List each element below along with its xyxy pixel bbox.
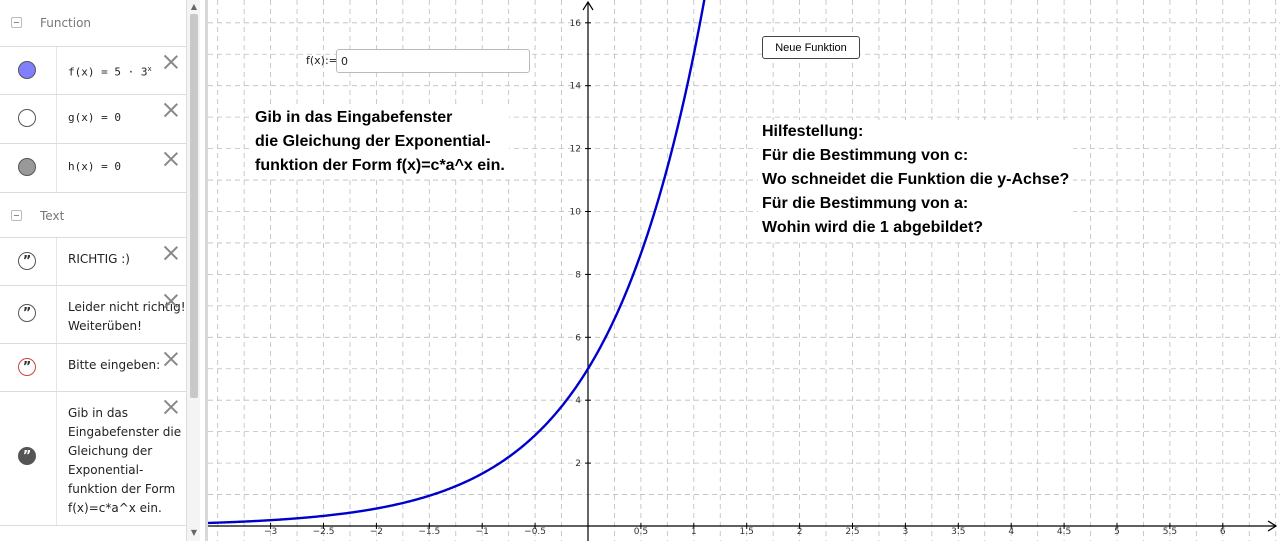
text-content[interactable]: Bitte eingeben: [68,356,160,375]
text-content[interactable]: RICHTIG :) [68,250,130,269]
x-tick-label: 6 [1220,527,1226,537]
x-tick-label: 2.5 [845,527,859,537]
coordinate-plot[interactable]: −3 −2.5 −2 −1.5 −1 −0.5 0.5 1 1.5 2 2.5 3 3.5 4 4.5 5 5.… [208,0,1280,541]
x-tick-label: −0.5 [524,527,546,537]
input-box-label: f(x):= [306,54,338,67]
y-tick-label: 16 [570,19,582,29]
group-header-function[interactable]: Function [0,0,186,46]
collapse-icon[interactable] [11,210,22,221]
delete-icon[interactable] [162,244,180,262]
y-tick-label: 2 [575,459,581,469]
x-tick-label: −2.5 [313,527,335,537]
quote-icon[interactable]: ” [18,252,36,270]
x-tick-label: 3 [903,527,909,537]
x-tick-label: 1.5 [740,527,754,537]
algebra-text-item[interactable]: ” RICHTIG :) [0,237,186,285]
visibility-marble-icon[interactable] [18,158,36,176]
y-tick-label: 6 [575,333,581,343]
quote-icon[interactable]: ” [18,358,36,376]
quote-icon[interactable]: ” [18,304,36,322]
algebra-item-h[interactable]: h(x) = 0 [0,143,186,192]
delete-icon[interactable] [162,53,180,71]
function-definition[interactable]: f(x) = 5 · 3x [68,60,152,82]
delete-icon[interactable] [162,292,180,310]
x-tick-label: 5.5 [1163,527,1177,537]
algebra-text-item[interactable]: ” Gib in das Eingabefenster die Gleichun… [0,391,186,525]
scroll-down-icon[interactable]: ▼ [187,528,201,537]
algebra-text-item[interactable]: ” Leider nicht richtig! Weiterüben! [0,285,186,343]
collapse-icon[interactable] [11,17,22,28]
x-tick-label: 1 [691,527,697,537]
x-tick-label: −1 [476,527,489,537]
quote-icon[interactable]: ” [18,447,36,465]
x-tick-label: −2 [370,527,383,537]
visibility-marble-icon[interactable] [18,109,36,127]
scroll-up-icon[interactable]: ▲ [187,2,201,11]
algebra-input-row[interactable] [0,525,186,541]
function-curve-f [208,0,706,525]
y-tick-label: 14 [570,82,582,92]
visibility-marble-icon[interactable] [18,61,36,79]
x-tick-label: 4.5 [1057,527,1071,537]
function-input[interactable] [336,49,530,73]
delete-icon[interactable] [162,398,180,416]
x-tick-label: 4 [1008,527,1014,537]
algebra-text-item[interactable]: ” Bitte eingeben: [0,343,186,391]
graphics-view[interactable]: −3 −2.5 −2 −1.5 −1 −0.5 0.5 1 1.5 2 2.5 3 3.5 4 4.5 5 5.… [208,0,1280,541]
function-definition[interactable]: h(x) = 0 [68,157,121,176]
instruction-text: Gib in das Eingabefenster die Gleichung … [252,106,509,178]
y-tick-label: 12 [570,145,581,155]
algebra-view: Function f(x) = 5 · 3x g(x) = 0 h(x) = 0… [0,0,186,541]
x-tick-label: 0.5 [634,527,648,537]
group-title: Function [40,16,92,30]
delete-icon[interactable] [162,101,180,119]
hint-text: Hilfestellung: Für die Bestimmung von c:… [758,120,1074,240]
x-tick-label: 2 [797,527,803,537]
delete-icon[interactable] [162,350,180,368]
y-tick-label: 8 [575,270,581,280]
x-tick-label: 5 [1114,527,1120,537]
y-tick-label: 4 [575,396,581,406]
algebra-scrollbar[interactable]: ▲ ▼ [186,0,200,541]
function-definition[interactable]: g(x) = 0 [68,108,121,127]
group-title: Text [40,209,65,223]
x-tick-label: 3.5 [951,527,965,537]
y-tick-label: 10 [570,208,582,218]
text-content[interactable]: Gib in das Eingabefenster die Gleichung … [68,404,181,518]
scroll-thumb[interactable] [190,14,198,398]
algebra-item-g[interactable]: g(x) = 0 [0,94,186,143]
new-function-button[interactable]: Neue Funktion [762,36,860,59]
x-tick-label: −3 [264,527,277,537]
delete-icon[interactable] [162,150,180,168]
x-tick-label: −1.5 [418,527,440,537]
algebra-item-f[interactable]: f(x) = 5 · 3x [0,46,186,94]
group-header-text[interactable]: Text [0,192,186,238]
